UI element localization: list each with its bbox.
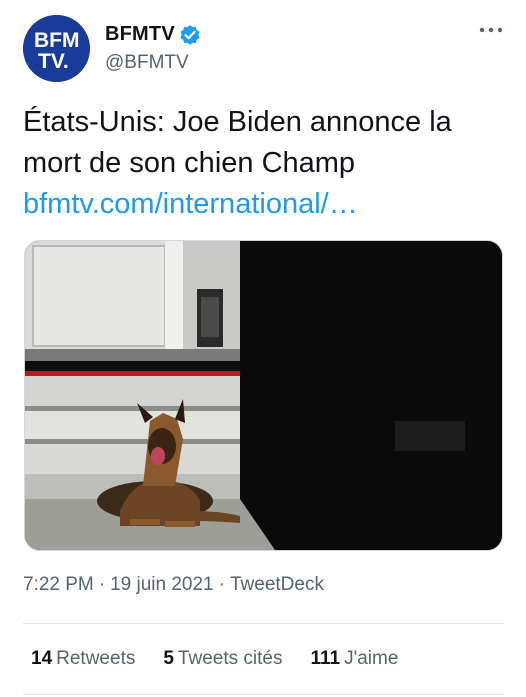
meta-separator: · xyxy=(218,574,225,595)
tweet-source[interactable]: TweetDeck xyxy=(230,574,324,596)
meta-separator: · xyxy=(98,574,106,595)
quote-tweets-stat[interactable]: 5 Tweets cités xyxy=(163,648,282,670)
tweet-date[interactable]: 19 juin 2021 xyxy=(110,574,214,596)
tweet-meta: 7:22 PM · 19 juin 2021 · TweetDeck xyxy=(23,574,324,596)
avatar-logo-line1: BFM xyxy=(34,29,80,52)
display-name-row[interactable]: BFMTV xyxy=(105,23,201,46)
tweet-stats: 14 Retweets 5 Tweets cités 111 J'aime xyxy=(31,648,426,670)
more-options-icon[interactable] xyxy=(478,23,504,37)
retweets-stat[interactable]: 14 Retweets xyxy=(31,648,135,670)
handle[interactable]: @BFMTV xyxy=(105,52,189,74)
display-name[interactable]: BFMTV xyxy=(105,23,175,46)
likes-label: J'aime xyxy=(344,648,399,669)
bfmtv-logo: BFM TV. xyxy=(23,15,90,82)
verified-badge-icon xyxy=(180,24,200,45)
divider xyxy=(23,623,504,624)
divider xyxy=(23,694,504,695)
tweet-time[interactable]: 7:22 PM xyxy=(23,574,94,596)
likes-stat[interactable]: 111 J'aime xyxy=(310,648,398,670)
tweet-photo[interactable] xyxy=(24,240,503,551)
avatar-logo-line2: TV. xyxy=(38,50,69,73)
likes-count: 111 xyxy=(310,648,341,669)
quotes-count: 5 xyxy=(163,648,174,669)
tweet-body: États-Unis: Joe Biden annonce la mort de… xyxy=(23,102,508,225)
tweet-header: BFM TV. BFMTV @BFMTV xyxy=(23,15,506,85)
retweets-count: 14 xyxy=(31,648,53,669)
tweet-text: États-Unis: Joe Biden annonce la mort de… xyxy=(23,106,452,179)
avatar[interactable]: BFM TV. xyxy=(23,15,90,82)
retweets-label: Retweets xyxy=(56,648,136,669)
photo-dog-on-steps xyxy=(25,241,502,550)
quotes-label: Tweets cités xyxy=(177,648,283,669)
tweet-link[interactable]: bfmtv.com/international/… xyxy=(23,184,508,225)
